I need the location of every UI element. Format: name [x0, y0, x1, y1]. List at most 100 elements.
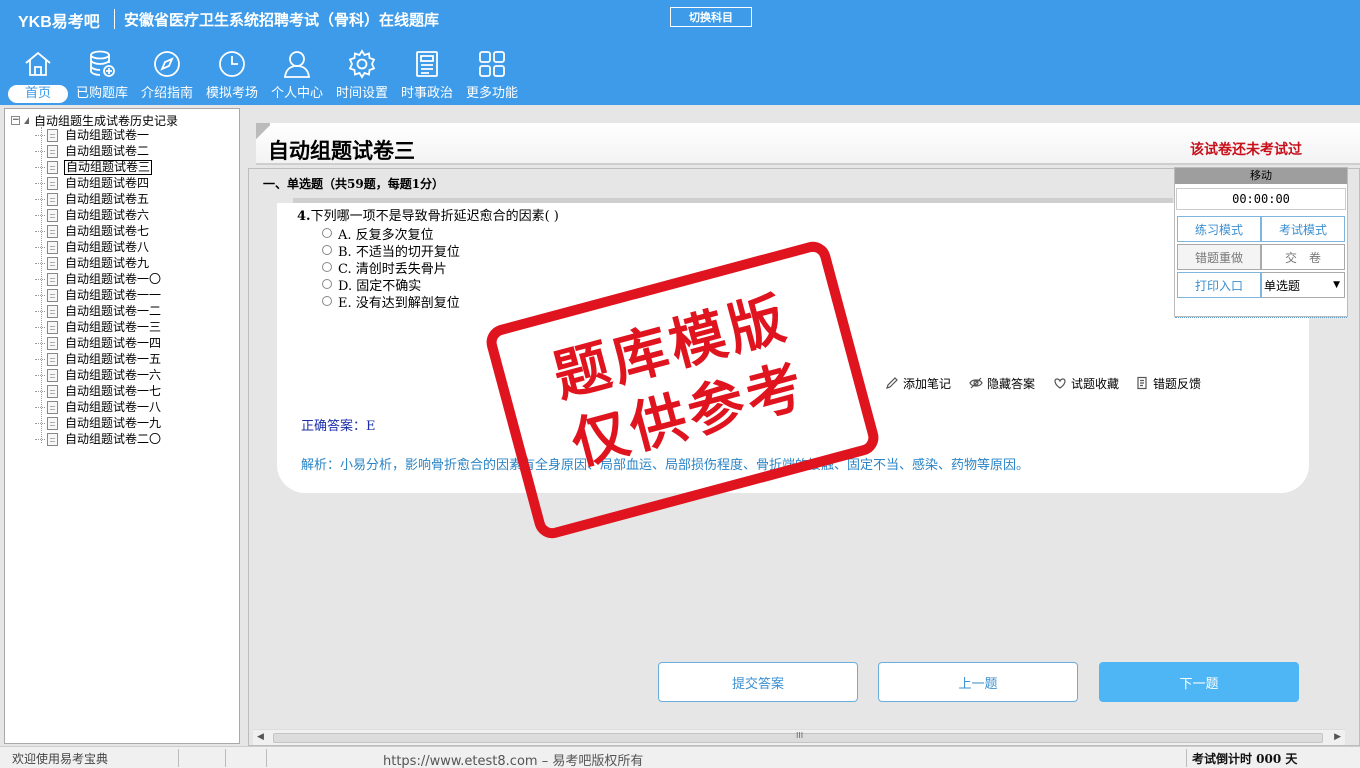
radio-button[interactable] — [322, 245, 332, 255]
exam-mode-button[interactable]: 考试模式 — [1261, 216, 1345, 242]
brand-logo: YKB易考吧 — [18, 14, 100, 31]
tree-item[interactable]: 自动组题试卷一 — [35, 127, 162, 143]
heart-icon — [1054, 378, 1066, 389]
scroll-right-icon[interactable]: ▶ — [1334, 732, 1341, 742]
document-icon — [47, 320, 58, 334]
question-type-value: 单选题 — [1264, 278, 1301, 293]
document-icon — [47, 416, 58, 430]
tree-item[interactable]: 自动组题试卷六 — [35, 207, 162, 223]
horizontal-scrollbar[interactable]: ◀ ▶ — [253, 729, 1345, 745]
document-icon — [47, 368, 58, 382]
tree-item[interactable]: 自动组题试卷一五 — [35, 351, 162, 367]
tree-item[interactable]: 自动组题试卷二〇 — [35, 431, 162, 447]
option-d[interactable]: D. 固定不确实 — [322, 276, 421, 294]
nav-home[interactable]: 首页 — [7, 48, 69, 103]
tree-item[interactable]: 自动组题试卷一四 — [35, 335, 162, 351]
document-icon — [47, 272, 58, 286]
next-question-button[interactable]: 下一题 — [1099, 662, 1299, 702]
answer-analysis: 解析：小易分析，影响骨折愈合的因素有全身原因、局部血运、局部损伤程度、骨折端的接… — [301, 458, 1030, 473]
tree-root[interactable]: − 自动组题生成试卷历史记录 — [11, 113, 179, 128]
option-b[interactable]: B. 不适当的切开复位 — [322, 242, 460, 260]
panel-resize-edge — [1175, 317, 1347, 320]
document-icon — [47, 144, 58, 158]
tree-item[interactable]: 自动组题试卷四 — [35, 175, 162, 191]
document-icon — [47, 224, 58, 238]
status-separator — [266, 749, 267, 767]
option-e[interactable]: E. 没有达到解剖复位 — [322, 293, 460, 311]
radio-button[interactable] — [322, 296, 332, 306]
document-icon — [47, 128, 58, 142]
document-icon — [47, 400, 58, 414]
feedback-icon — [1137, 376, 1147, 390]
document-icon — [47, 160, 58, 174]
favorite-question-button[interactable]: 试题收藏 — [1053, 375, 1119, 391]
radio-button[interactable] — [322, 279, 332, 289]
tree-item[interactable]: 自动组题试卷五 — [35, 191, 162, 207]
home-icon — [25, 51, 51, 76]
tree-item[interactable]: 自动组题试卷一九 — [35, 415, 162, 431]
nav-mock-exam[interactable]: 模拟考场 — [201, 48, 263, 103]
tree-item[interactable]: 自动组题试卷七 — [35, 223, 162, 239]
hand-in-button[interactable]: 交 卷 — [1261, 244, 1345, 270]
previous-question-button[interactable]: 上一题 — [878, 662, 1078, 702]
exam-timer: 00:00:00 — [1176, 188, 1346, 210]
nav-politics[interactable]: 时事政治 — [396, 48, 458, 103]
nav-guide[interactable]: 介绍指南 — [136, 48, 198, 103]
practice-mode-button[interactable]: 练习模式 — [1177, 216, 1261, 242]
option-c[interactable]: C. 清创时丢失骨片 — [322, 259, 447, 277]
nav-more[interactable]: 更多功能 — [461, 48, 523, 103]
panel-move-handle[interactable]: 移动 — [1175, 168, 1347, 184]
user-icon — [283, 51, 311, 78]
exam-title: 安徽省医疗卫生系统招聘考试（骨科）在线题库 — [124, 11, 440, 29]
nav-time-settings[interactable]: 时间设置 — [331, 48, 393, 103]
pencil-icon — [886, 377, 898, 389]
scrollbar-thumb[interactable] — [273, 731, 1323, 743]
tree-item[interactable]: 自动组题试卷一三 — [35, 319, 162, 335]
document-icon — [47, 256, 58, 270]
tree-item-selected[interactable]: 自动组题试卷三 — [35, 159, 162, 175]
tree-item[interactable]: 自动组题试卷一〇 — [35, 271, 162, 287]
report-error-button[interactable]: 错题反馈 — [1135, 375, 1201, 391]
tree-item[interactable]: 自动组题试卷八 — [35, 239, 162, 255]
option-a[interactable]: A. 反复多次复位 — [322, 225, 434, 243]
status-separator — [1186, 749, 1187, 767]
tree-item[interactable]: 自动组题试卷二 — [35, 143, 162, 159]
tree-root-label: 自动组题生成试卷历史记录 — [34, 113, 179, 128]
nav-time-settings-label: 时间设置 — [335, 86, 388, 101]
document-icon — [47, 176, 58, 190]
copyright-url: https://www.etest8.com – 易考吧版权所有 — [383, 754, 644, 768]
redo-wrong-button[interactable]: 错题重做 — [1177, 244, 1261, 270]
status-bar: 欢迎使用易考宝典 https://www.etest8.com – 易考吧版权所… — [0, 746, 1360, 768]
brand-separator — [114, 9, 115, 29]
nav-mock-exam-label: 模拟考场 — [205, 86, 258, 101]
radio-button[interactable] — [322, 228, 332, 238]
question-number: 4. — [297, 209, 311, 224]
document-icon — [47, 384, 58, 398]
question-stem: 4.下列哪一项不是导致骨折延迟愈合的因素( ) — [297, 205, 559, 224]
nav-purchased[interactable]: 已购题库 — [71, 48, 133, 103]
document-icon — [47, 352, 58, 366]
submit-answer-button[interactable]: 提交答案 — [658, 662, 858, 702]
hide-answer-button[interactable]: 隐藏答案 — [969, 375, 1035, 391]
question-text: 下列哪一项不是导致骨折延迟愈合的因素( ) — [310, 209, 559, 224]
collapse-icon[interactable]: − — [11, 115, 20, 125]
add-note-button[interactable]: 添加笔记 — [885, 375, 951, 391]
scroll-left-icon[interactable]: ◀ — [257, 732, 264, 742]
switch-subject-button[interactable]: 切换科目 — [670, 7, 752, 27]
radio-button[interactable] — [322, 262, 332, 272]
nav-profile-label: 个人中心 — [270, 86, 323, 101]
nav-profile[interactable]: 个人中心 — [266, 48, 328, 103]
tree-item[interactable]: 自动组题试卷一八 — [35, 399, 162, 415]
print-entry-button[interactable]: 打印入口 — [1177, 272, 1261, 298]
welcome-text: 欢迎使用易考宝典 — [12, 752, 109, 766]
document-icon — [416, 51, 438, 77]
tree-item[interactable]: 自动组题试卷一一 — [35, 287, 162, 303]
tree-item[interactable]: 自动组题试卷一六 — [35, 367, 162, 383]
tree-item[interactable]: 自动组题试卷一七 — [35, 383, 162, 399]
nav-home-label: 首页 — [8, 85, 68, 103]
paper-history-tree[interactable]: − 自动组题生成试卷历史记录 自动组题试卷一 自动组题试卷二 自动组题试卷三 自… — [4, 108, 240, 744]
tree-item[interactable]: 自动组题试卷九 — [35, 255, 162, 271]
tree-item[interactable]: 自动组题试卷一二 — [35, 303, 162, 319]
question-type-select[interactable]: 单选题 ▼ — [1261, 272, 1345, 298]
tree-list: 自动组题试卷一 自动组题试卷二 自动组题试卷三 自动组题试卷四 自动组题试卷五 … — [35, 127, 162, 447]
